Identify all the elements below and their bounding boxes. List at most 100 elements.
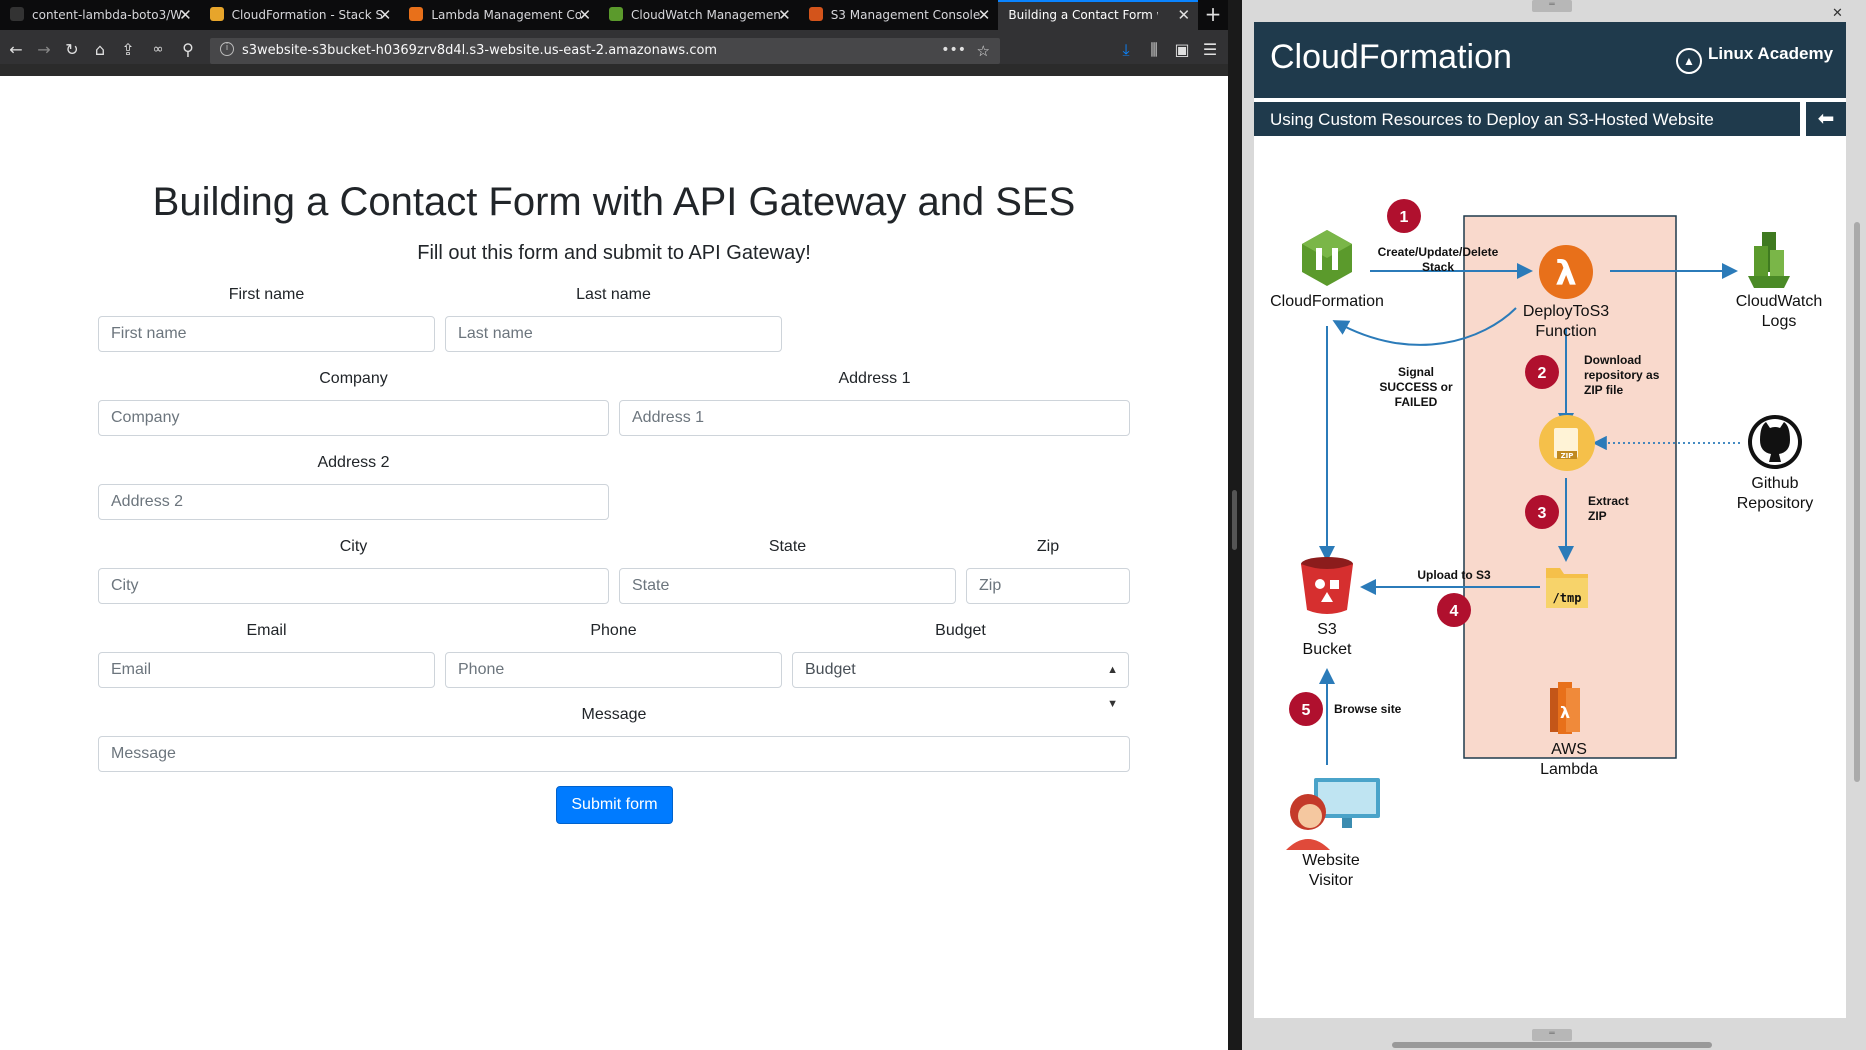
close-icon[interactable]: ✕ [1177,2,1190,29]
download-icon[interactable]: ⤓ [1114,38,1138,62]
address2-label: Address 2 [317,454,390,471]
label-upload: Upload to S3 [1417,568,1491,582]
slide: CloudFormation ▲ Linux Academy Using Cust… [1254,22,1846,1018]
svg-text:λ: λ [1555,254,1577,294]
tmp-icon-label: /tmp [1553,591,1582,605]
contact-form-page: Building a Contact Form with API Gateway… [0,76,1228,1050]
budget-label: Budget [935,622,986,639]
s3-icon [808,7,823,21]
tmp-folder-icon: /tmp [1546,568,1588,608]
address2-input[interactable] [98,484,609,520]
submit-form-button[interactable]: Submit form [556,786,673,824]
label-signal-1: Signal [1398,365,1434,379]
tab-s3[interactable]: S3 Management Console ✕ [799,0,999,30]
state-input[interactable] [619,568,956,604]
message-label: Message [581,706,647,723]
phone-label: Phone [590,622,637,639]
step-3-badge: 3 [1525,495,1559,529]
step-4-badge: 4 [1437,593,1471,627]
star-icon[interactable]: ☆ [977,38,990,64]
s3-label-1: S3 [1317,621,1337,638]
cloudformation-icon [1302,230,1352,286]
brand-name: Linux Academy [1708,44,1834,63]
graduation-cap-icon: ▲ [1676,48,1702,74]
tab-cloudwatch[interactable]: CloudWatch Management ✕ [599,0,799,30]
visitor-label-2: Visitor [1309,872,1354,889]
more-icon[interactable]: ••• [941,38,966,62]
label-extract-2: ZIP [1588,509,1607,523]
state-label: State [768,538,807,555]
close-icon[interactable]: ✕ [379,0,392,30]
forward-icon[interactable]: → [32,38,56,62]
horizontal-scrollbar[interactable] [1392,1042,1712,1048]
label-signal-2: SUCCESS or [1379,380,1453,394]
close-icon[interactable]: ✕ [778,0,791,30]
slide-title: CloudFormation [1270,38,1512,76]
collapse-icon[interactable]: ✕ [1832,6,1843,21]
close-icon[interactable]: ✕ [179,0,192,30]
close-icon[interactable]: ✕ [578,0,591,30]
browser-window: content-lambda-boto3/W ✕ CloudFormation -… [0,0,1228,1050]
label-download-2: repository as [1584,368,1660,382]
url-bar[interactable]: i s3website-s3bucket-h0369zrv8d4l.s3-web… [210,38,1000,64]
library-icon[interactable]: ⫼ [1142,38,1166,62]
svg-text:3: 3 [1538,505,1547,522]
label-download-1: Download [1584,353,1641,367]
tab-bar: content-lambda-boto3/W ✕ CloudFormation -… [0,0,1228,30]
cloudwatch-icon [1748,232,1790,288]
share-icon[interactable]: ⇪ [116,38,140,62]
phone-input[interactable] [445,652,782,688]
city-label: City [339,538,368,555]
deploy-function-label-1: DeployToS3 [1523,303,1609,320]
back-icon[interactable]: ← [4,38,28,62]
home-icon[interactable]: ⌂ [88,38,112,62]
svg-text:5: 5 [1302,702,1311,719]
tab-cloudformation[interactable]: CloudFormation - Stack S ✕ [200,0,400,30]
divider-grip[interactable] [1232,490,1237,550]
cloudwatch-label-2: Logs [1762,313,1797,330]
step-1-badge: 1 [1387,199,1421,233]
zip-input[interactable] [966,568,1130,604]
reload-icon[interactable]: ↻ [60,38,84,62]
city-input[interactable] [98,568,609,604]
mask-icon[interactable]: ∞ [146,38,170,62]
url-text: s3website-s3bucket-h0369zrv8d4l.s3-websi… [242,43,718,58]
step-2-badge: 2 [1525,355,1559,389]
tab-content-lambda[interactable]: content-lambda-boto3/W ✕ [0,0,200,30]
website-visitor-icon [1286,778,1380,850]
last-name-input[interactable] [445,316,782,352]
top-resize-handle[interactable]: ═ [1532,0,1572,12]
window-divider[interactable] [1228,0,1242,1050]
svg-text:λ: λ [1560,703,1570,722]
sidebar-icon[interactable]: ▣ [1170,38,1194,62]
company-input[interactable] [98,400,609,436]
email-input[interactable] [98,652,435,688]
zip-file-icon: ZIP [1539,415,1595,471]
email-label: Email [246,622,287,639]
cloudformation-icon [209,7,224,21]
visitor-label-1: Website [1302,852,1360,869]
label-download-3: ZIP file [1584,383,1623,397]
zip-icon-label: ZIP [1561,452,1574,460]
menu-icon[interactable]: ☰ [1198,38,1222,62]
tab-lambda[interactable]: Lambda Management Con ✕ [399,0,599,30]
zip-label: Zip [1036,538,1060,555]
github-icon [1748,415,1802,469]
label-create-2: Stack [1422,260,1454,274]
tab-contact-form[interactable]: Building a Contact Form with A✕ [998,0,1199,30]
aws-lambda-label-2: Lambda [1540,761,1598,778]
info-icon[interactable]: i [220,42,234,56]
address1-input[interactable] [619,400,1130,436]
slide-header: CloudFormation ▲ Linux Academy [1254,22,1846,98]
first-name-input[interactable] [98,316,435,352]
new-tab-icon[interactable]: + [1198,0,1228,30]
toolbar-separator [0,64,1228,76]
label-browse: Browse site [1334,702,1402,716]
close-icon[interactable]: ✕ [978,0,991,30]
bottom-resize-handle[interactable]: ═ [1532,1029,1572,1041]
vertical-scrollbar[interactable] [1854,222,1860,782]
message-input[interactable] [98,736,1130,772]
budget-select[interactable]: Budget ▲ ▼ [792,652,1129,710]
wrench-icon[interactable]: ⚲ [176,38,200,62]
back-arrow-icon[interactable]: ⬅ [1806,102,1846,136]
